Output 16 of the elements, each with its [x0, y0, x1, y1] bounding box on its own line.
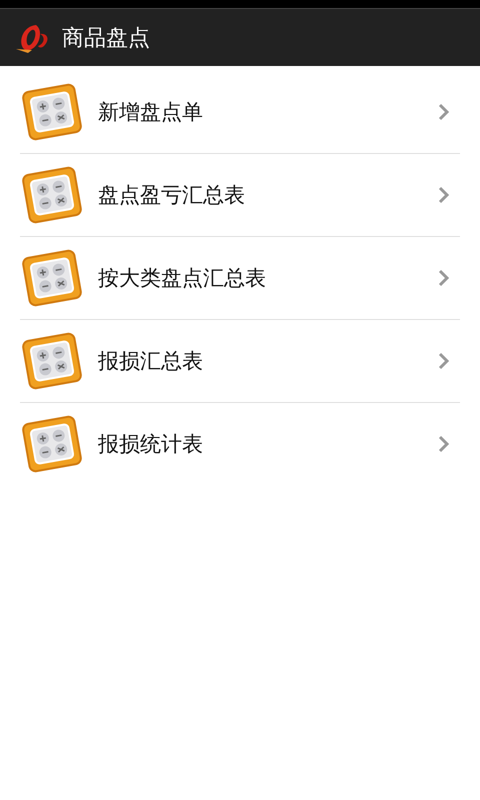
menu-item[interactable]: 报损汇总表 — [20, 320, 460, 403]
app-title: 商品盘点 — [62, 24, 150, 52]
chevron-icon — [438, 435, 450, 453]
menu-label: 盘点盈亏汇总表 — [98, 182, 246, 209]
menu-label: 报损汇总表 — [98, 348, 204, 375]
menu-item[interactable]: 盘点盈亏汇总表 — [20, 154, 460, 237]
chevron-icon — [438, 186, 450, 204]
menu-item[interactable]: 报损统计表 — [20, 403, 460, 485]
chevron-icon — [438, 352, 450, 370]
menu-label: 新增盘点单 — [98, 99, 204, 126]
menu-item[interactable]: 按大类盘点汇总表 — [20, 237, 460, 320]
menu-item[interactable]: 新增盘点单 — [20, 71, 460, 154]
chevron-icon — [438, 269, 450, 287]
chevron-icon — [438, 103, 450, 121]
menu-label: 按大类盘点汇总表 — [98, 265, 267, 292]
menu-label: 报损统计表 — [98, 431, 204, 458]
